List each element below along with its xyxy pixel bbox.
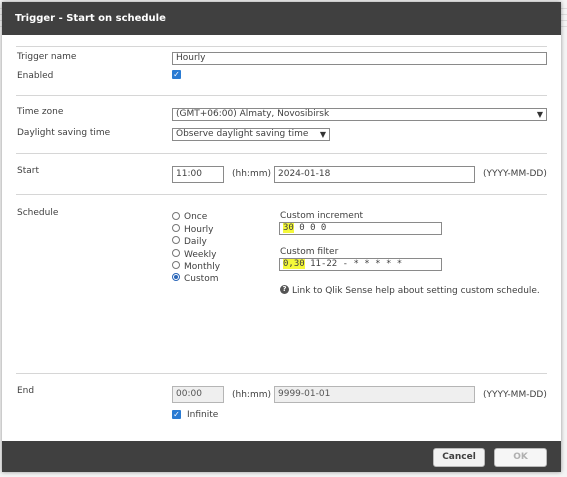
radio-daily[interactable]: [172, 236, 180, 244]
radio-custom[interactable]: [172, 273, 180, 281]
schedule-option-label: Daily: [184, 237, 207, 247]
schedule-option-label: Custom: [184, 274, 219, 284]
dst-select[interactable]: Observe daylight saving time ▼: [172, 128, 330, 141]
dialog-footer: Cancel OK: [2, 441, 561, 472]
infinite-checkbox[interactable]: ✓: [172, 410, 181, 419]
radio-weekly[interactable]: [172, 249, 180, 257]
increment-rest: 0 0 0: [293, 223, 327, 233]
dialog-titlebar: Trigger - Start on schedule: [2, 2, 561, 35]
time-zone-label: Time zone: [17, 107, 64, 117]
divider: [16, 95, 547, 96]
enabled-label: Enabled: [17, 71, 54, 81]
radio-once[interactable]: [172, 212, 180, 220]
divider: [16, 46, 547, 47]
radio-monthly[interactable]: [172, 261, 180, 269]
chevron-down-icon: ▼: [319, 130, 326, 139]
dialog-title: Trigger - Start on schedule: [15, 13, 166, 24]
schedule-label: Schedule: [17, 208, 59, 218]
end-time-input[interactable]: 00:00: [172, 386, 224, 403]
trigger-name-label: Trigger name: [17, 52, 77, 62]
start-label: Start: [17, 166, 39, 176]
filter-highlight: 0,30: [283, 259, 305, 269]
infinite-label: Infinite: [187, 410, 219, 420]
schedule-option-label: Once: [184, 212, 208, 222]
custom-increment-input[interactable]: 30 0 0 0: [279, 222, 442, 235]
time-zone-select[interactable]: (GMT+06:00) Almaty, Novosibirsk ▼: [172, 108, 547, 121]
start-date-input[interactable]: 2024-01-18: [274, 166, 475, 183]
time-zone-value: (GMT+06:00) Almaty, Novosibirsk: [176, 109, 330, 119]
radio-hourly[interactable]: [172, 224, 180, 232]
dst-value: Observe daylight saving time: [176, 129, 309, 139]
start-date-hint: (YYYY-MM-DD): [483, 169, 547, 179]
dst-label: Daylight saving time: [17, 128, 111, 138]
divider: [16, 153, 547, 154]
trigger-dialog: Trigger - Start on schedule Trigger name…: [2, 2, 561, 472]
schedule-option-label: Hourly: [184, 225, 214, 235]
custom-filter-label: Custom filter: [280, 247, 339, 257]
start-time-input[interactable]: 11:00: [172, 166, 224, 183]
cancel-button[interactable]: Cancel: [433, 448, 485, 467]
trigger-name-input[interactable]: Hourly: [172, 52, 547, 65]
end-date-hint: (YYYY-MM-DD): [483, 390, 547, 400]
schedule-option-label: Weekly: [184, 250, 217, 260]
increment-highlight: 30: [283, 223, 294, 233]
end-label: End: [17, 386, 35, 396]
end-time-hint: (hh:mm): [232, 390, 271, 400]
schedule-option-label: Monthly: [184, 262, 221, 272]
chevron-down-icon: ▼: [536, 110, 543, 119]
enabled-checkbox[interactable]: ✓: [172, 70, 181, 79]
divider: [16, 373, 547, 374]
custom-filter-input[interactable]: 0,30 11-22 - * * * * *: [279, 258, 442, 271]
filter-rest: 11-22 - * * * * *: [304, 259, 403, 269]
help-link[interactable]: Link to Qlik Sense help about setting cu…: [292, 286, 540, 296]
ok-button[interactable]: OK: [494, 448, 547, 467]
custom-increment-label: Custom increment: [280, 211, 364, 221]
help-icon: ?: [280, 285, 289, 294]
end-date-input[interactable]: 9999-01-01: [274, 386, 475, 403]
divider: [16, 194, 547, 195]
start-time-hint: (hh:mm): [232, 169, 271, 179]
